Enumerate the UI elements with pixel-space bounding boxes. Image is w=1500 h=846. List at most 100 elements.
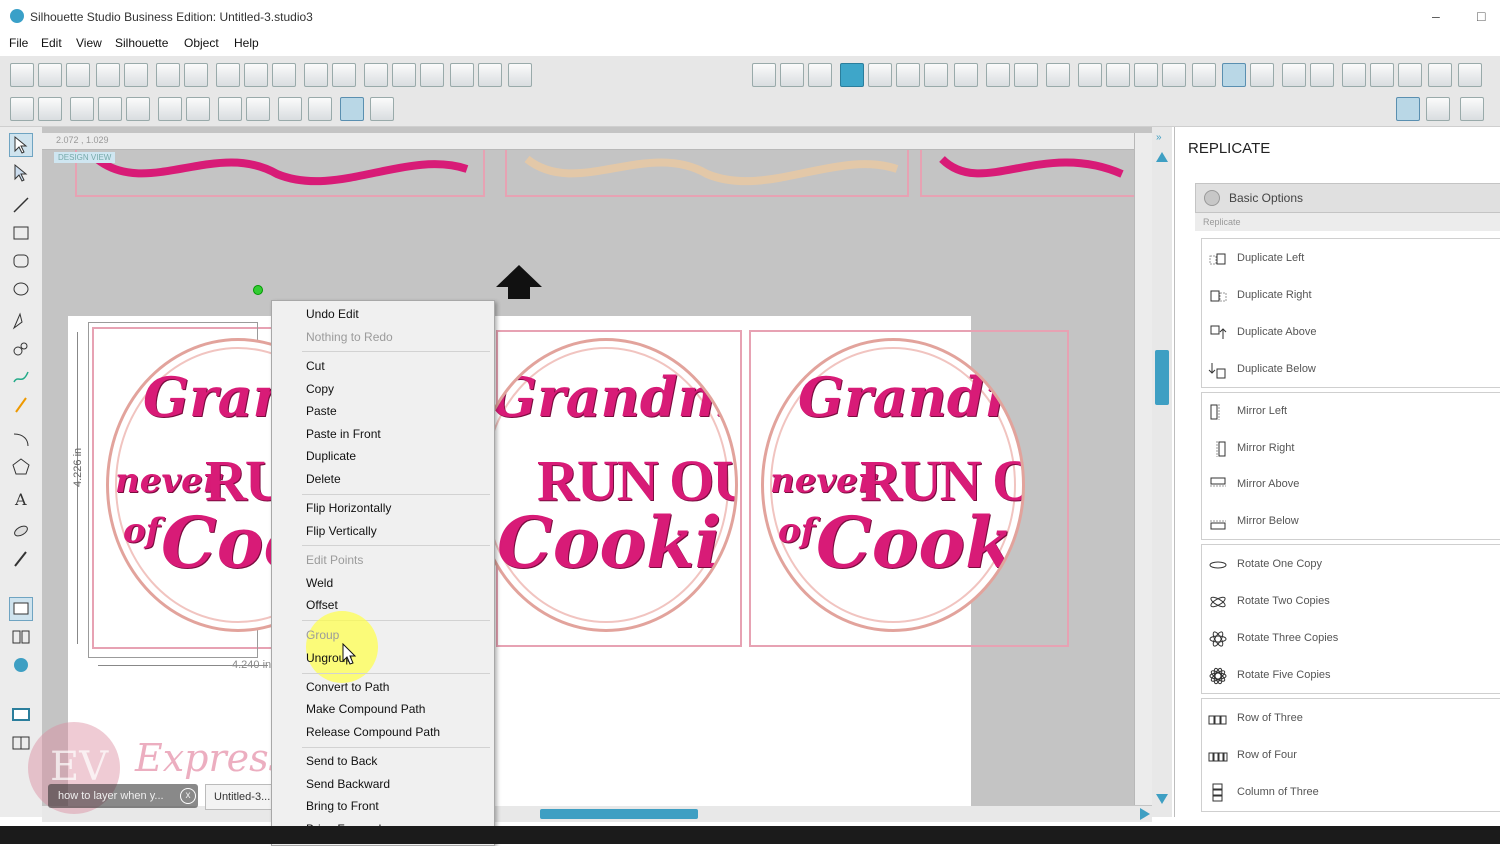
menu-object[interactable]: Object	[184, 36, 219, 50]
menu-view[interactable]: View	[76, 36, 102, 50]
save-library-icon[interactable]	[124, 63, 148, 87]
design-top-middle[interactable]	[505, 147, 909, 197]
drag-zoom-icon[interactable]	[478, 63, 502, 87]
rotate-icon[interactable]	[1106, 63, 1130, 87]
scroll-right-icon[interactable]	[1140, 808, 1150, 820]
duplicate-icon[interactable]	[158, 97, 182, 121]
modify-icon[interactable]	[1282, 63, 1306, 87]
menu-item-flip-vertically[interactable]: Flip Vertically	[306, 524, 377, 538]
bring-forward-icon[interactable]	[218, 97, 242, 121]
replicate-icon[interactable]	[1222, 63, 1246, 87]
column-of-three-button[interactable]: Column of Three	[1202, 777, 1500, 807]
offset-tool-icon[interactable]	[308, 97, 332, 121]
select-tool-icon[interactable]	[9, 133, 33, 157]
send-backward-icon[interactable]	[246, 97, 270, 121]
line-color-icon[interactable]	[924, 63, 948, 87]
text-style-icon[interactable]	[1046, 63, 1070, 87]
horizontal-scroll-thumb[interactable]	[540, 809, 698, 819]
taskbar-tab-video[interactable]: how to layer when y... x	[48, 784, 198, 808]
redo-icon[interactable]	[332, 63, 356, 87]
text-tool-icon[interactable]: A	[9, 487, 33, 511]
rounded-rectangle-tool-icon[interactable]	[9, 249, 33, 273]
menu-item-send-to-back[interactable]: Send to Back	[306, 754, 377, 768]
send-panel-tool-icon[interactable]	[9, 703, 33, 727]
rotate-handle[interactable]	[253, 285, 263, 295]
eraser-tool-icon[interactable]	[9, 519, 33, 543]
delete-icon[interactable]	[186, 97, 210, 121]
menu-item-weld[interactable]: Weld	[306, 576, 333, 590]
polygon-tool-icon[interactable]	[9, 337, 33, 361]
panel-collapse-icon[interactable]: »	[1156, 132, 1168, 144]
copy-icon[interactable]	[216, 63, 240, 87]
menu-item-paste[interactable]: Paste	[306, 404, 337, 418]
send-panel-icon[interactable]	[1426, 97, 1450, 121]
taskbar-tab-document[interactable]: Untitled-3...	[205, 784, 273, 810]
new-file-icon[interactable]	[10, 63, 34, 87]
menu-item-flip-horizontally[interactable]: Flip Horizontally	[306, 501, 391, 515]
zoom-out-icon[interactable]	[420, 63, 444, 87]
basic-options-header[interactable]: Basic Options	[1195, 183, 1500, 213]
scale-icon[interactable]	[1134, 63, 1158, 87]
menu-item-delete[interactable]: Delete	[306, 472, 341, 486]
minimize-button[interactable]: –	[1432, 8, 1440, 24]
align-icon[interactable]	[1192, 63, 1216, 87]
mirror-below-button[interactable]: Mirror Below	[1202, 506, 1500, 536]
trace-icon[interactable]	[1342, 63, 1366, 87]
rotate-three-copies-button[interactable]: Rotate Three Copies	[1202, 623, 1500, 653]
knife-tool-icon[interactable]	[9, 547, 33, 571]
rhinestone-icon[interactable]	[986, 63, 1010, 87]
menu-help[interactable]: Help	[234, 36, 259, 50]
registration-icon[interactable]	[808, 63, 832, 87]
paste-icon[interactable]	[244, 63, 268, 87]
move-icon[interactable]	[1162, 63, 1186, 87]
page-settings-icon[interactable]	[752, 63, 776, 87]
store-icon[interactable]	[1458, 63, 1482, 87]
freehand-tool-icon[interactable]	[9, 365, 33, 389]
menu-item-copy[interactable]: Copy	[306, 382, 334, 396]
menu-file[interactable]: File	[9, 36, 28, 50]
mirror-left-button[interactable]: Mirror Left	[1202, 396, 1500, 426]
library-panel-icon[interactable]	[9, 625, 33, 649]
select-all-icon[interactable]	[10, 97, 34, 121]
fit-to-page-icon[interactable]	[508, 63, 532, 87]
row-of-three-button[interactable]: Row of Three	[1202, 703, 1500, 733]
mirror-above-button[interactable]: Mirror Above	[1202, 469, 1500, 499]
layers-icon[interactable]	[1428, 63, 1452, 87]
pan-hand-icon[interactable]	[364, 63, 388, 87]
menu-item-offset[interactable]: Offset	[306, 598, 338, 612]
store-panel-icon[interactable]	[9, 653, 33, 677]
cookie-badge-right[interactable]: Grandmas never RUN OUT of Cookies	[761, 338, 1025, 632]
rotate-one-copy-button[interactable]: Rotate One Copy	[1202, 549, 1500, 579]
menu-silhouette[interactable]: Silhouette	[115, 36, 168, 50]
print-cut-icon[interactable]	[184, 63, 208, 87]
text-to-path-icon[interactable]	[1398, 63, 1422, 87]
compound-path-icon[interactable]	[126, 97, 150, 121]
mirror-right-button[interactable]: Mirror Right	[1202, 433, 1500, 463]
split-view-icon[interactable]	[9, 731, 33, 755]
menu-item-make-compound-path[interactable]: Make Compound Path	[306, 702, 425, 716]
chevron-down-icon[interactable]	[1204, 190, 1220, 206]
edit-points-icon[interactable]	[340, 97, 364, 121]
sketch-icon[interactable]	[1014, 63, 1038, 87]
zoom-in-icon[interactable]	[392, 63, 416, 87]
knife-icon[interactable]	[1370, 63, 1394, 87]
cookie-badge-middle[interactable]: Grandmas RUN OUT Cookies	[474, 338, 738, 632]
open-file-icon[interactable]	[38, 63, 62, 87]
duplicate-left-button[interactable]: Duplicate Left	[1202, 243, 1500, 273]
menu-item-paste-in-front[interactable]: Paste in Front	[306, 427, 381, 441]
gradient-icon[interactable]	[868, 63, 892, 87]
undo-icon[interactable]	[304, 63, 328, 87]
rotate-five-copies-button[interactable]: Rotate Five Copies	[1202, 660, 1500, 690]
nesting-icon[interactable]	[1250, 63, 1274, 87]
print-icon[interactable]	[156, 63, 180, 87]
deselect-icon[interactable]	[38, 97, 62, 121]
fill-pattern-icon[interactable]	[896, 63, 920, 87]
menu-item-undo-edit[interactable]: Undo Edit	[306, 307, 359, 321]
transform-icon[interactable]	[1078, 63, 1102, 87]
line-tool-icon[interactable]	[9, 193, 33, 217]
pen-tool-icon[interactable]	[9, 309, 33, 333]
smooth-freehand-tool-icon[interactable]	[9, 393, 33, 417]
close-icon[interactable]: x	[180, 788, 196, 804]
maximize-button[interactable]: □	[1477, 8, 1485, 24]
menu-edit[interactable]: Edit	[41, 36, 62, 50]
